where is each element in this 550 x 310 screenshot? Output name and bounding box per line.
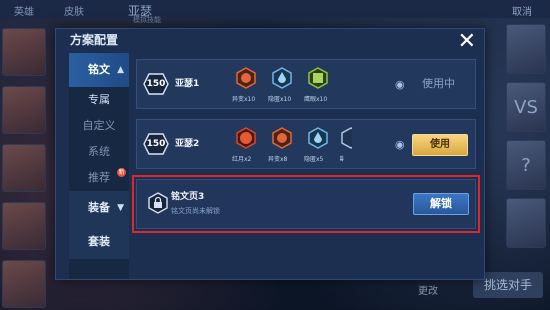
locked-page-title: 铭文页3 <box>171 192 205 202</box>
sidebar-item-label: 推荐 <box>88 171 110 184</box>
cancel-button[interactable]: 取消 <box>512 3 532 18</box>
rune-page-row[interactable]: 150 亚瑟1 异变x10 隐匿x10 鹰眼x10 ◉ 使用中 <box>136 59 476 109</box>
use-button[interactable]: 使用 <box>412 134 468 156</box>
hero-portrait[interactable] <box>2 202 46 250</box>
sidebar-item-recommend[interactable]: 推荐 新 <box>69 165 129 191</box>
rune-page-row[interactable]: 150 亚瑟2 红月x2 异变x8 隐匿x5 兽 ◉ 使用 <box>136 119 476 169</box>
hero-portrait[interactable] <box>2 260 46 308</box>
opponent-slot <box>506 198 546 248</box>
mutation-gem-icon: 异变x10 <box>232 67 258 103</box>
view-eye-icon[interactable]: ◉ <box>395 78 405 91</box>
chevron-down-icon: ▼ <box>117 203 124 213</box>
beast-gem-icon: 兽 <box>340 127 352 163</box>
chevron-up-icon: ▲ <box>117 65 124 75</box>
locked-page-subtitle: 铭文页尚未解锁 <box>171 207 220 215</box>
change-button[interactable]: 更改 <box>418 282 438 297</box>
lock-icon <box>148 192 168 214</box>
hero-portrait[interactable] <box>2 28 46 76</box>
in-use-status: 使用中 <box>422 77 455 90</box>
close-icon[interactable]: ✕ <box>458 29 476 54</box>
opponent-portrait <box>506 24 546 74</box>
sidebar-item-system[interactable]: 系统 <box>69 139 129 165</box>
locked-rune-page-row: 铭文页3 铭文页尚未解锁 解锁 <box>132 175 480 233</box>
red-moon-gem-icon: 红月x2 <box>232 127 258 163</box>
dialog-title: 方案配置 <box>70 33 119 47</box>
vs-badge: VS <box>506 82 546 132</box>
level-badge: 150 <box>143 73 169 95</box>
unknown-opponent: ? <box>506 140 546 190</box>
sidebar-item-set[interactable]: 套装 <box>69 225 129 259</box>
sidebar-item-label: 铭文 <box>88 63 110 76</box>
hero-portrait[interactable] <box>2 86 46 134</box>
sidebar-item-equipment[interactable]: 装备 ▼ <box>69 191 129 225</box>
stealth-gem-icon: 隐匿x5 <box>304 127 330 163</box>
sidebar-item-label: 套装 <box>88 235 110 248</box>
hawkeye-gem-icon: 鹰眼x10 <box>304 67 330 103</box>
tab-skin[interactable]: 皮肤 <box>64 3 84 18</box>
new-badge: 新 <box>117 168 126 177</box>
sidebar-item-label: 装备 <box>88 201 110 214</box>
sidebar-item-rune[interactable]: 铭文 ▲ <box>69 53 129 87</box>
hero-portrait[interactable] <box>2 144 46 192</box>
rune-page-name: 亚瑟1 <box>175 79 200 89</box>
sidebar-item-custom[interactable]: 自定义 <box>69 113 129 139</box>
rune-page-name: 亚瑟2 <box>175 139 200 149</box>
tab-hero[interactable]: 英雄 <box>14 3 34 18</box>
sidebar-item-exclusive[interactable]: 专属 <box>69 87 129 113</box>
unlock-button[interactable]: 解锁 <box>413 193 469 215</box>
mutation-gem-icon: 异变x8 <box>268 127 294 163</box>
level-badge: 150 <box>143 133 169 155</box>
rune-page-list: 150 亚瑟1 异变x10 隐匿x10 鹰眼x10 ◉ 使用中 150 亚瑟2 … <box>132 59 480 239</box>
stealth-gem-icon: 隐匿x10 <box>268 67 294 103</box>
view-eye-icon[interactable]: ◉ <box>395 138 405 151</box>
hero-subtitle: 模拟技能 <box>133 16 161 24</box>
config-sidebar: 铭文 ▲ 专属 自定义 系统 推荐 新 装备 ▼ 套装 <box>69 53 129 279</box>
scheme-config-dialog: 方案配置 ✕ 铭文 ▲ 专属 自定义 系统 推荐 新 装备 ▼ 套装 150 亚… <box>55 28 485 280</box>
